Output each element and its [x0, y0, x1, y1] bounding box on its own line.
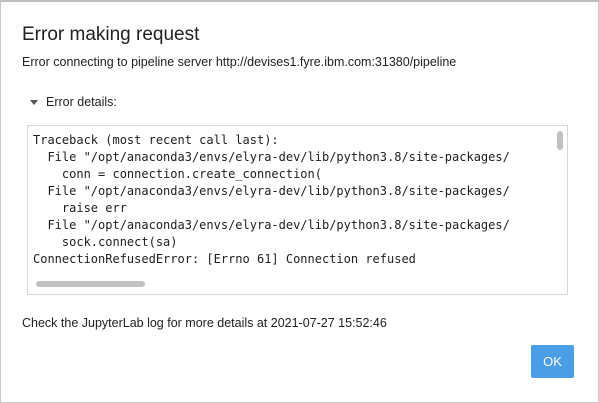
ok-button[interactable]: OK — [531, 345, 574, 378]
traceback-line: File "/opt/anaconda3/envs/elyra-dev/lib/… — [33, 150, 510, 164]
error-dialog: Error making request Error connecting to… — [0, 0, 599, 403]
traceback-line: conn = connection.create_connection( — [33, 167, 322, 181]
traceback-line: sock.connect(sa) — [33, 235, 178, 249]
horizontal-scrollbar-thumb[interactable] — [36, 281, 145, 287]
traceback-line: raise err — [33, 201, 127, 215]
traceback-line: File "/opt/anaconda3/envs/elyra-dev/lib/… — [33, 184, 510, 198]
traceback-panel[interactable]: Traceback (most recent call last): File … — [27, 125, 568, 295]
horizontal-scrollbar[interactable] — [28, 274, 567, 294]
dialog-title: Error making request — [22, 24, 200, 45]
error-details-toggle[interactable]: Error details: — [30, 94, 117, 110]
traceback-line: Traceback (most recent call last): — [33, 133, 279, 147]
vertical-scrollbar[interactable] — [553, 126, 567, 276]
vertical-scrollbar-thumb[interactable] — [557, 131, 563, 150]
traceback-line: File "/opt/anaconda3/envs/elyra-dev/lib/… — [33, 218, 510, 232]
traceback-line: ConnectionRefusedError: [Errno 61] Conne… — [33, 252, 416, 266]
caret-down-icon — [30, 100, 38, 105]
error-message: Error connecting to pipeline server http… — [22, 55, 457, 69]
error-details-label: Error details: — [46, 95, 117, 109]
traceback-text: Traceback (most recent call last): File … — [33, 132, 510, 268]
log-hint: Check the JupyterLab log for more detail… — [22, 316, 387, 330]
